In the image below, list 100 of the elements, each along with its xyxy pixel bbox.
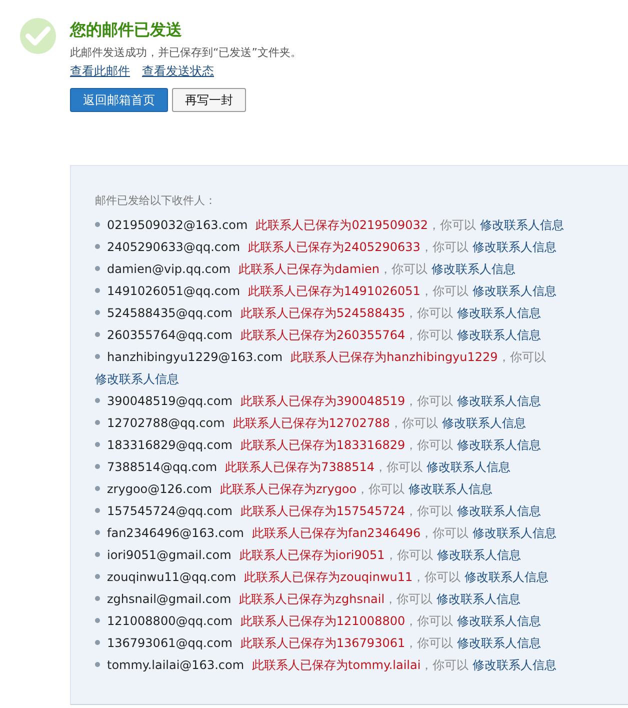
sent-message: 此邮件发送成功，并已保存到“已发送”文件夹。 <box>70 45 302 60</box>
recipient-email: zouqinwu11@qq.com <box>107 570 236 584</box>
bullet-icon <box>95 596 100 602</box>
recipient-email: 0219509032@163.com <box>107 218 248 232</box>
hint-text: ，你可以 <box>380 262 428 276</box>
bullet-icon <box>95 222 100 228</box>
bullet-icon <box>95 266 100 272</box>
hint-text: ，你可以 <box>405 306 454 320</box>
saved-notice: 此联系人已保存为hanzhibingyu1229 <box>290 350 498 364</box>
hint-text: ，你可以 <box>420 284 468 298</box>
bullet-icon <box>95 574 100 580</box>
edit-contact-link[interactable]: 修改联系人信息 <box>472 284 556 298</box>
hint-text: ，你可以 <box>384 548 433 562</box>
recipient-email: 2405290633@qq.com <box>107 240 240 254</box>
saved-notice: 此联系人已保存为tommy.lailai <box>252 658 421 672</box>
recipient-email: 1491026051@qq.com <box>107 284 240 298</box>
recipient-email: iori9051@gmail.com <box>107 548 232 562</box>
recipients-heading: 邮件已发给以下收件人： <box>95 193 217 209</box>
edit-contact-link[interactable]: 修改联系人信息 <box>442 416 526 430</box>
bullet-icon <box>95 464 100 470</box>
edit-contact-link[interactable]: 修改联系人信息 <box>457 438 542 452</box>
recipient-email: zrygoo@126.com <box>107 482 212 496</box>
hint-text: ，你可以 <box>390 416 438 430</box>
recipient-email: 183316829@qq.com <box>107 438 232 452</box>
hint-text: ，你可以 <box>428 218 476 232</box>
saved-notice: 此联系人已保存为7388514 <box>225 460 375 474</box>
edit-contact-link[interactable]: 修改联系人信息 <box>457 636 542 650</box>
bullet-icon <box>95 486 100 492</box>
edit-contact-link[interactable]: 修改联系人信息 <box>436 592 521 606</box>
recipient-email: 524588435@qq.com <box>107 306 232 320</box>
bullet-icon <box>95 310 100 316</box>
saved-notice: 此联系人已保存为1491026051 <box>248 284 420 298</box>
edit-contact-link[interactable]: 修改联系人信息 <box>472 240 556 254</box>
hint-text: ，你可以 <box>405 438 454 452</box>
bullet-icon <box>95 552 100 558</box>
saved-notice: 此联系人已保存为iori9051 <box>239 548 385 562</box>
saved-notice: 此联系人已保存为zghsnail <box>239 592 385 606</box>
bullet-icon <box>95 332 100 338</box>
bullet-icon <box>95 420 100 426</box>
hint-text: ，你可以 <box>498 350 546 364</box>
saved-notice: 此联系人已保存为260355764 <box>240 328 406 342</box>
edit-contact-link[interactable]: 修改联系人信息 <box>464 570 549 584</box>
recipient-email: 390048519@qq.com <box>107 394 232 408</box>
bullet-icon <box>95 618 100 624</box>
recipient-email: zghsnail@gmail.com <box>107 592 232 606</box>
hint-text: ，你可以 <box>374 460 423 474</box>
hint-text: ，你可以 <box>420 658 469 672</box>
hint-text: ，你可以 <box>356 482 405 496</box>
recipient-email: 136793061@qq.com <box>107 636 232 650</box>
action-button[interactable]: 再写一封 <box>172 88 246 112</box>
saved-notice: 此联系人已保存为524588435 <box>240 306 406 320</box>
saved-notice: 此联系人已保存为390048519 <box>240 394 406 408</box>
action-button[interactable]: 返回邮箱首页 <box>70 88 168 112</box>
recipient-email: 157545724@qq.com <box>107 504 232 518</box>
recipient-email: hanzhibingyu1229@163.com <box>107 350 283 364</box>
edit-contact-link[interactable]: 修改联系人信息 <box>436 548 521 562</box>
saved-notice: 此联系人已保存为0219509032 <box>256 218 428 232</box>
mail-link[interactable]: 查看此邮件 <box>70 63 130 80</box>
bullet-icon <box>95 288 100 294</box>
saved-notice: 此联系人已保存为zouqinwu11 <box>244 570 413 584</box>
saved-notice: 此联系人已保存为2405290633 <box>248 240 420 254</box>
edit-contact-link[interactable]: 修改联系人信息 <box>457 306 542 320</box>
edit-contact-link[interactable]: 修改联系人信息 <box>472 658 557 672</box>
saved-notice: 此联系人已保存为136793061 <box>240 636 406 650</box>
recipient-email: 260355764@qq.com <box>107 328 232 342</box>
hint-text: ，你可以 <box>384 592 433 606</box>
hint-text: ，你可以 <box>420 526 469 540</box>
edit-contact-link[interactable]: 修改联系人信息 <box>408 482 493 496</box>
saved-notice: 此联系人已保存为12702788 <box>232 416 390 430</box>
saved-notice: 此联系人已保存为zrygoo <box>220 482 357 496</box>
edit-contact-link[interactable]: 修改联系人信息 <box>457 504 542 518</box>
edit-contact-link[interactable]: 修改联系人信息 <box>95 372 179 386</box>
bullet-icon <box>95 354 100 360</box>
hint-text: ，你可以 <box>405 636 454 650</box>
edit-contact-link[interactable]: 修改联系人信息 <box>457 394 542 408</box>
saved-notice: 此联系人已保存为157545724 <box>240 504 406 518</box>
recipient-email: tommy.lailai@163.com <box>107 658 244 672</box>
saved-notice: 此联系人已保存为damien <box>238 262 380 276</box>
edit-contact-link[interactable]: 修改联系人信息 <box>480 218 564 232</box>
checkmark-icon <box>20 18 56 54</box>
edit-contact-link[interactable]: 修改联系人信息 <box>432 262 516 276</box>
saved-notice: 此联系人已保存为183316829 <box>240 438 406 452</box>
mail-link[interactable]: 查看发送状态 <box>142 63 214 80</box>
bullet-icon <box>95 508 100 514</box>
hint-text: ，你可以 <box>412 570 461 584</box>
bullet-icon <box>95 442 100 448</box>
edit-contact-link[interactable]: 修改联系人信息 <box>426 460 511 474</box>
hint-text: ，你可以 <box>405 614 454 628</box>
sent-title: 您的邮件已发送 <box>70 20 183 40</box>
edit-contact-link[interactable]: 修改联系人信息 <box>457 614 542 628</box>
hint-text: ，你可以 <box>405 394 454 408</box>
bullet-icon <box>95 244 100 250</box>
saved-notice: 此联系人已保存为fan2346496 <box>252 526 421 540</box>
recipient-email: 121008800@qq.com <box>107 614 232 628</box>
edit-contact-link[interactable]: 修改联系人信息 <box>457 328 542 342</box>
edit-contact-link[interactable]: 修改联系人信息 <box>472 526 557 540</box>
bullet-icon <box>95 640 100 646</box>
hint-text: ，你可以 <box>420 240 468 254</box>
hint-text: ，你可以 <box>405 328 454 342</box>
recipient-email: 7388514@qq.com <box>107 460 218 474</box>
